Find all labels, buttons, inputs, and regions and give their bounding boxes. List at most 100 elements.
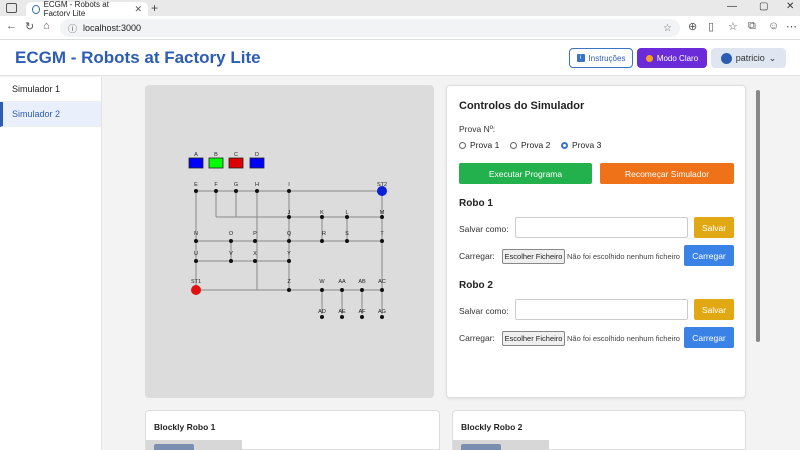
profile-icon[interactable]: ☺ (768, 20, 779, 32)
robot-2-save-as-label: Salvar como: (459, 306, 509, 316)
app-title: ECGM - Robots at Factory Lite (15, 48, 261, 67)
user-icon (720, 52, 732, 64)
node-q (287, 239, 291, 243)
robot-1-title: Robo 1 (459, 198, 493, 209)
robot-1-save-button[interactable]: Salvar (694, 217, 734, 238)
radio-prova-1[interactable]: Prova 1 (459, 140, 499, 150)
node-ac (380, 288, 384, 292)
chevron-down-icon: ⌄ (768, 52, 777, 63)
node-h (255, 189, 259, 193)
back-icon[interactable]: ← (6, 20, 17, 32)
node-j (287, 215, 291, 219)
tab-close-icon[interactable]: ✕ (134, 4, 142, 15)
tab-actions-icon[interactable] (6, 3, 17, 13)
node-w (320, 288, 324, 292)
theme-toggle-button[interactable]: Modo Claro (637, 48, 707, 68)
node-label-ad: AD (318, 309, 326, 315)
sidebar: Simulador 1 Simulador 2 (0, 77, 102, 450)
node-n (194, 239, 198, 243)
favicon-icon (32, 4, 40, 14)
user-menu-button[interactable]: patricio ⌄ (711, 48, 786, 68)
node-r (320, 239, 324, 243)
sidebar-item-simulador-1[interactable]: Simulador 1 (0, 77, 101, 102)
robot-2-save-input[interactable] (515, 299, 688, 320)
node-f (214, 189, 218, 193)
maximize-icon[interactable]: ▢ (759, 1, 768, 12)
theme-label: Modo Claro (656, 53, 699, 63)
robot-1-load-button[interactable]: Carregar (684, 245, 734, 266)
node-label-b: B (214, 152, 218, 158)
window-close-icon[interactable]: ✕ (786, 1, 794, 12)
node-label-z: Z (287, 279, 291, 285)
station-c-box (228, 157, 244, 169)
info-icon: i (576, 54, 585, 62)
node-aa (340, 288, 344, 292)
split-icon[interactable]: ▯ (708, 20, 714, 33)
favorites-icon[interactable]: ☆ (728, 20, 738, 33)
node-label-e: E (194, 182, 198, 188)
radio-prova-3[interactable]: Prova 3 (561, 140, 601, 150)
node-g (234, 189, 238, 193)
minimize-icon[interactable]: — (727, 1, 737, 12)
reload-icon[interactable]: ↻ (25, 20, 34, 33)
blockly-robot-1-panel: Blockly Robo 1 (145, 410, 440, 450)
browser-tab[interactable]: ECGM - Robots at Factory Lite ✕ (26, 0, 148, 18)
robot-1-save-as-label: Salvar como: (459, 224, 509, 234)
sidebar-item-simulador-2[interactable]: Simulador 2 (0, 102, 101, 127)
home-icon[interactable]: ⌂ (43, 20, 50, 32)
robot-2-choose-file-button[interactable]: Escolher Ficheiro (502, 331, 565, 346)
collections-icon[interactable]: ⧉ (748, 20, 756, 33)
node-af (360, 315, 364, 319)
node-label-ab: AB (358, 279, 366, 285)
scrollbar-thumb[interactable] (756, 90, 760, 342)
node-label-aa: AA (338, 279, 346, 285)
node-label-a: A (194, 152, 198, 158)
node-label-af: AF (358, 309, 366, 315)
restart-simulator-button[interactable]: Recomeçar Simulador (600, 163, 734, 184)
node-label-n: N (194, 231, 198, 237)
prova-label: Prova Nº: (459, 124, 496, 134)
robot-2-load-label: Carregar: (459, 333, 495, 343)
node-o (229, 239, 233, 243)
start-block[interactable] (461, 444, 501, 450)
node-s (345, 239, 349, 243)
node-label-h: H (255, 182, 259, 188)
robot-1 (191, 285, 201, 295)
robot-1-choose-file-button[interactable]: Escolher Ficheiro (502, 249, 565, 264)
run-program-button[interactable]: Executar Programa (459, 163, 592, 184)
node-label-f: F (214, 182, 218, 188)
radio-prova-2[interactable]: Prova 2 (510, 140, 550, 150)
start-block[interactable] (154, 444, 194, 450)
robot-2-save-button[interactable]: Salvar (694, 299, 734, 320)
node-label-d: D (255, 152, 259, 158)
sun-icon (645, 54, 653, 62)
url-bar[interactable]: ⓘ localhost:3000 ☆ (60, 19, 680, 37)
node-label-t: T (380, 231, 384, 237)
robot-1-save-input[interactable] (515, 217, 688, 238)
radio-icon (459, 141, 466, 149)
node-label-p: P (253, 231, 257, 237)
instructions-button[interactable]: i Instruções (569, 48, 633, 68)
factory-map: A B C D E F G H I ST2 J K L M N O P Q R … (145, 85, 434, 398)
node-t (380, 239, 384, 243)
site-info-icon[interactable]: ⓘ (68, 22, 77, 35)
robot-1-load-label: Carregar: (459, 251, 495, 261)
robot-2-load-button[interactable]: Carregar (684, 327, 734, 348)
page-scrollbar[interactable] (754, 82, 762, 450)
node-label-c: C (234, 152, 238, 158)
robot-2-no-file-text: Não foi escolhido nenhum ficheiro (567, 334, 680, 343)
extensions-icon[interactable]: ⊕ (688, 20, 697, 33)
blockly-robot-2-title: Blockly Robo 2 (461, 422, 523, 432)
blockly-robot-2-panel: Blockly Robo 2 (452, 410, 746, 450)
favorite-icon[interactable]: ☆ (663, 23, 672, 34)
more-icon[interactable]: ⋯ (786, 20, 797, 33)
robot-2-title: Robo 2 (459, 280, 493, 291)
new-tab-icon[interactable]: + (151, 1, 158, 15)
node-ad (320, 315, 324, 319)
radio-icon (510, 141, 517, 149)
radio-prova-2-label: Prova 2 (521, 140, 551, 150)
node-label-v: V (229, 251, 233, 257)
node-i (287, 189, 291, 193)
node-label-s: S (345, 231, 349, 237)
node-label-y: Y (287, 251, 291, 257)
